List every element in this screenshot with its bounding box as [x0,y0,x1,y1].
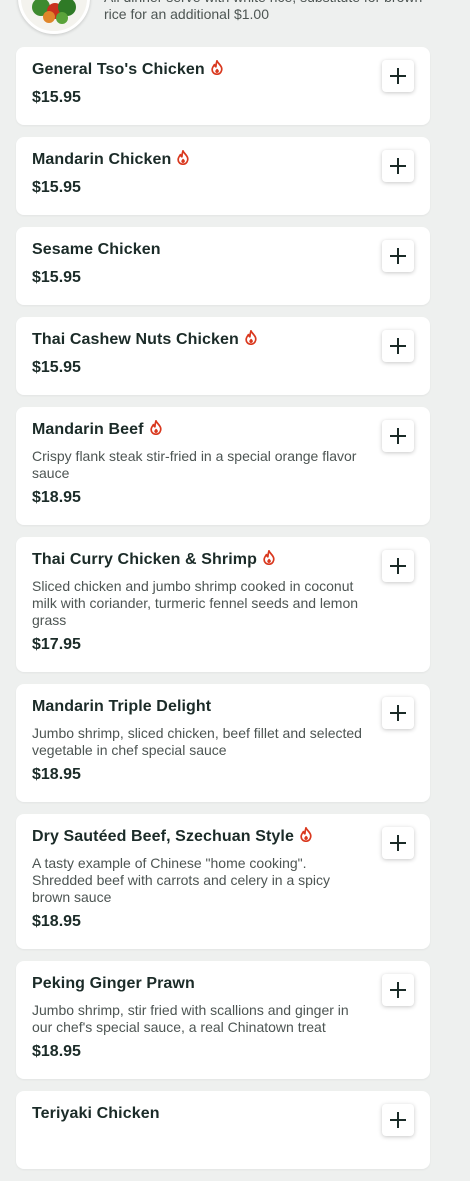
category-header: All dinner serve with white rice, substi… [0,0,470,40]
menu-item-title-row: Teriyaki Chicken [32,1102,360,1126]
menu-item-price: $18.95 [32,1043,81,1060]
add-item-button[interactable] [382,1104,414,1136]
menu-item-price: $15.95 [32,359,81,376]
menu-item-card[interactable]: Peking Ginger Prawn Jumbo shrimp, stir fr… [16,961,430,1079]
plus-icon [390,558,406,574]
add-item-button[interactable] [382,827,414,859]
menu-item-name: Sesame Chicken [32,241,161,258]
spicy-flame-icon [245,329,257,345]
menu-item-title-row: Dry Sautéed Beef, Szechuan Style [32,825,360,849]
plus-icon [390,1112,406,1128]
menu-item-card[interactable]: Mandarin Beef Crispy flank steak stir-fri… [16,407,430,525]
plus-icon [390,158,406,174]
menu-item-price: $18.95 [32,766,81,783]
menu-item-card[interactable]: Thai Cashew Nuts Chicken $15.95 [16,317,430,395]
plus-icon [390,248,406,264]
menu-item-title-row: Mandarin Chicken [32,148,360,172]
category-note: All dinner serve with white rice, substi… [104,0,422,22]
menu-item-price: $15.95 [32,179,81,196]
menu-item-description: A tasty example of Chinese "home cooking… [32,855,331,905]
menu-item-name: Mandarin Triple Delight [32,698,212,715]
menu-item-title-row: Mandarin Triple Delight [32,695,360,719]
plus-icon [390,705,406,721]
menu-item-title-row: Mandarin Beef [32,418,360,442]
menu-item-name: Thai Cashew Nuts Chicken [32,331,239,348]
plus-icon [390,835,406,851]
add-item-button[interactable] [382,60,414,92]
menu-item-card[interactable]: Dry Sautéed Beef, Szechuan Style A tasty … [16,814,430,949]
add-item-button[interactable] [382,974,414,1006]
menu-item-price: $17.95 [32,636,81,653]
menu-item-card[interactable]: Sesame Chicken $15.95 [16,227,430,305]
plus-icon [390,982,406,998]
menu-item-description: Jumbo shrimp, stir fried with scallions … [32,1002,349,1035]
menu-item-price: $15.95 [32,269,81,286]
menu-item-description: Crispy flank steak stir-fried in a speci… [32,448,357,481]
add-item-button[interactable] [382,330,414,362]
menu-item-name: Mandarin Beef [32,421,144,438]
spicy-flame-icon [149,419,162,435]
spicy-flame-icon [177,149,189,165]
menu-item-list: General Tso's Chicken $15.95 Mandarin Chic… [16,47,430,1181]
menu-item-title-row: Thai Cashew Nuts Chicken [32,328,360,352]
menu-item-name: Peking Ginger Prawn [32,975,195,992]
plus-icon [390,338,406,354]
category-food-image [18,0,90,34]
spicy-flame-icon [300,826,312,842]
menu-item-name: Thai Curry Chicken & Shrimp [32,551,257,568]
menu-item-card[interactable]: General Tso's Chicken $15.95 [16,47,430,125]
menu-item-name: Mandarin Chicken [32,151,172,168]
menu-item-title-row: Thai Curry Chicken & Shrimp [32,548,360,572]
add-item-button[interactable] [382,697,414,729]
menu-item-card[interactable]: Thai Curry Chicken & Shrimp Sliced chicke… [16,537,430,672]
menu-item-card[interactable]: Teriyaki Chicken [16,1091,430,1169]
add-item-button[interactable] [382,150,414,182]
add-item-button[interactable] [382,550,414,582]
menu-item-title-row: Peking Ginger Prawn [32,972,360,996]
spicy-flame-icon [211,59,223,75]
menu-item-price: $18.95 [32,913,81,930]
menu-item-title-row: General Tso's Chicken [32,58,360,82]
menu-item-price: $15.95 [32,89,81,106]
menu-item-name: Dry Sautéed Beef, Szechuan Style [32,828,294,845]
menu-item-price: $18.95 [32,489,81,506]
plus-icon [390,68,406,84]
menu-item-description: Sliced chicken and jumbo shrimp cooked i… [32,578,359,628]
menu-item-card[interactable]: Mandarin Triple Delight Jumbo shrimp, sli… [16,684,430,802]
add-item-button[interactable] [382,240,414,272]
menu-item-name: Teriyaki Chicken [32,1105,160,1122]
spicy-flame-icon [263,549,275,565]
menu-item-description: Jumbo shrimp, sliced chicken, beef fille… [32,725,362,758]
menu-item-name: General Tso's Chicken [32,61,205,78]
menu-item-card[interactable]: Mandarin Chicken $15.95 [16,137,430,215]
menu-item-title-row: Sesame Chicken [32,238,360,262]
plus-icon [390,428,406,444]
add-item-button[interactable] [382,420,414,452]
